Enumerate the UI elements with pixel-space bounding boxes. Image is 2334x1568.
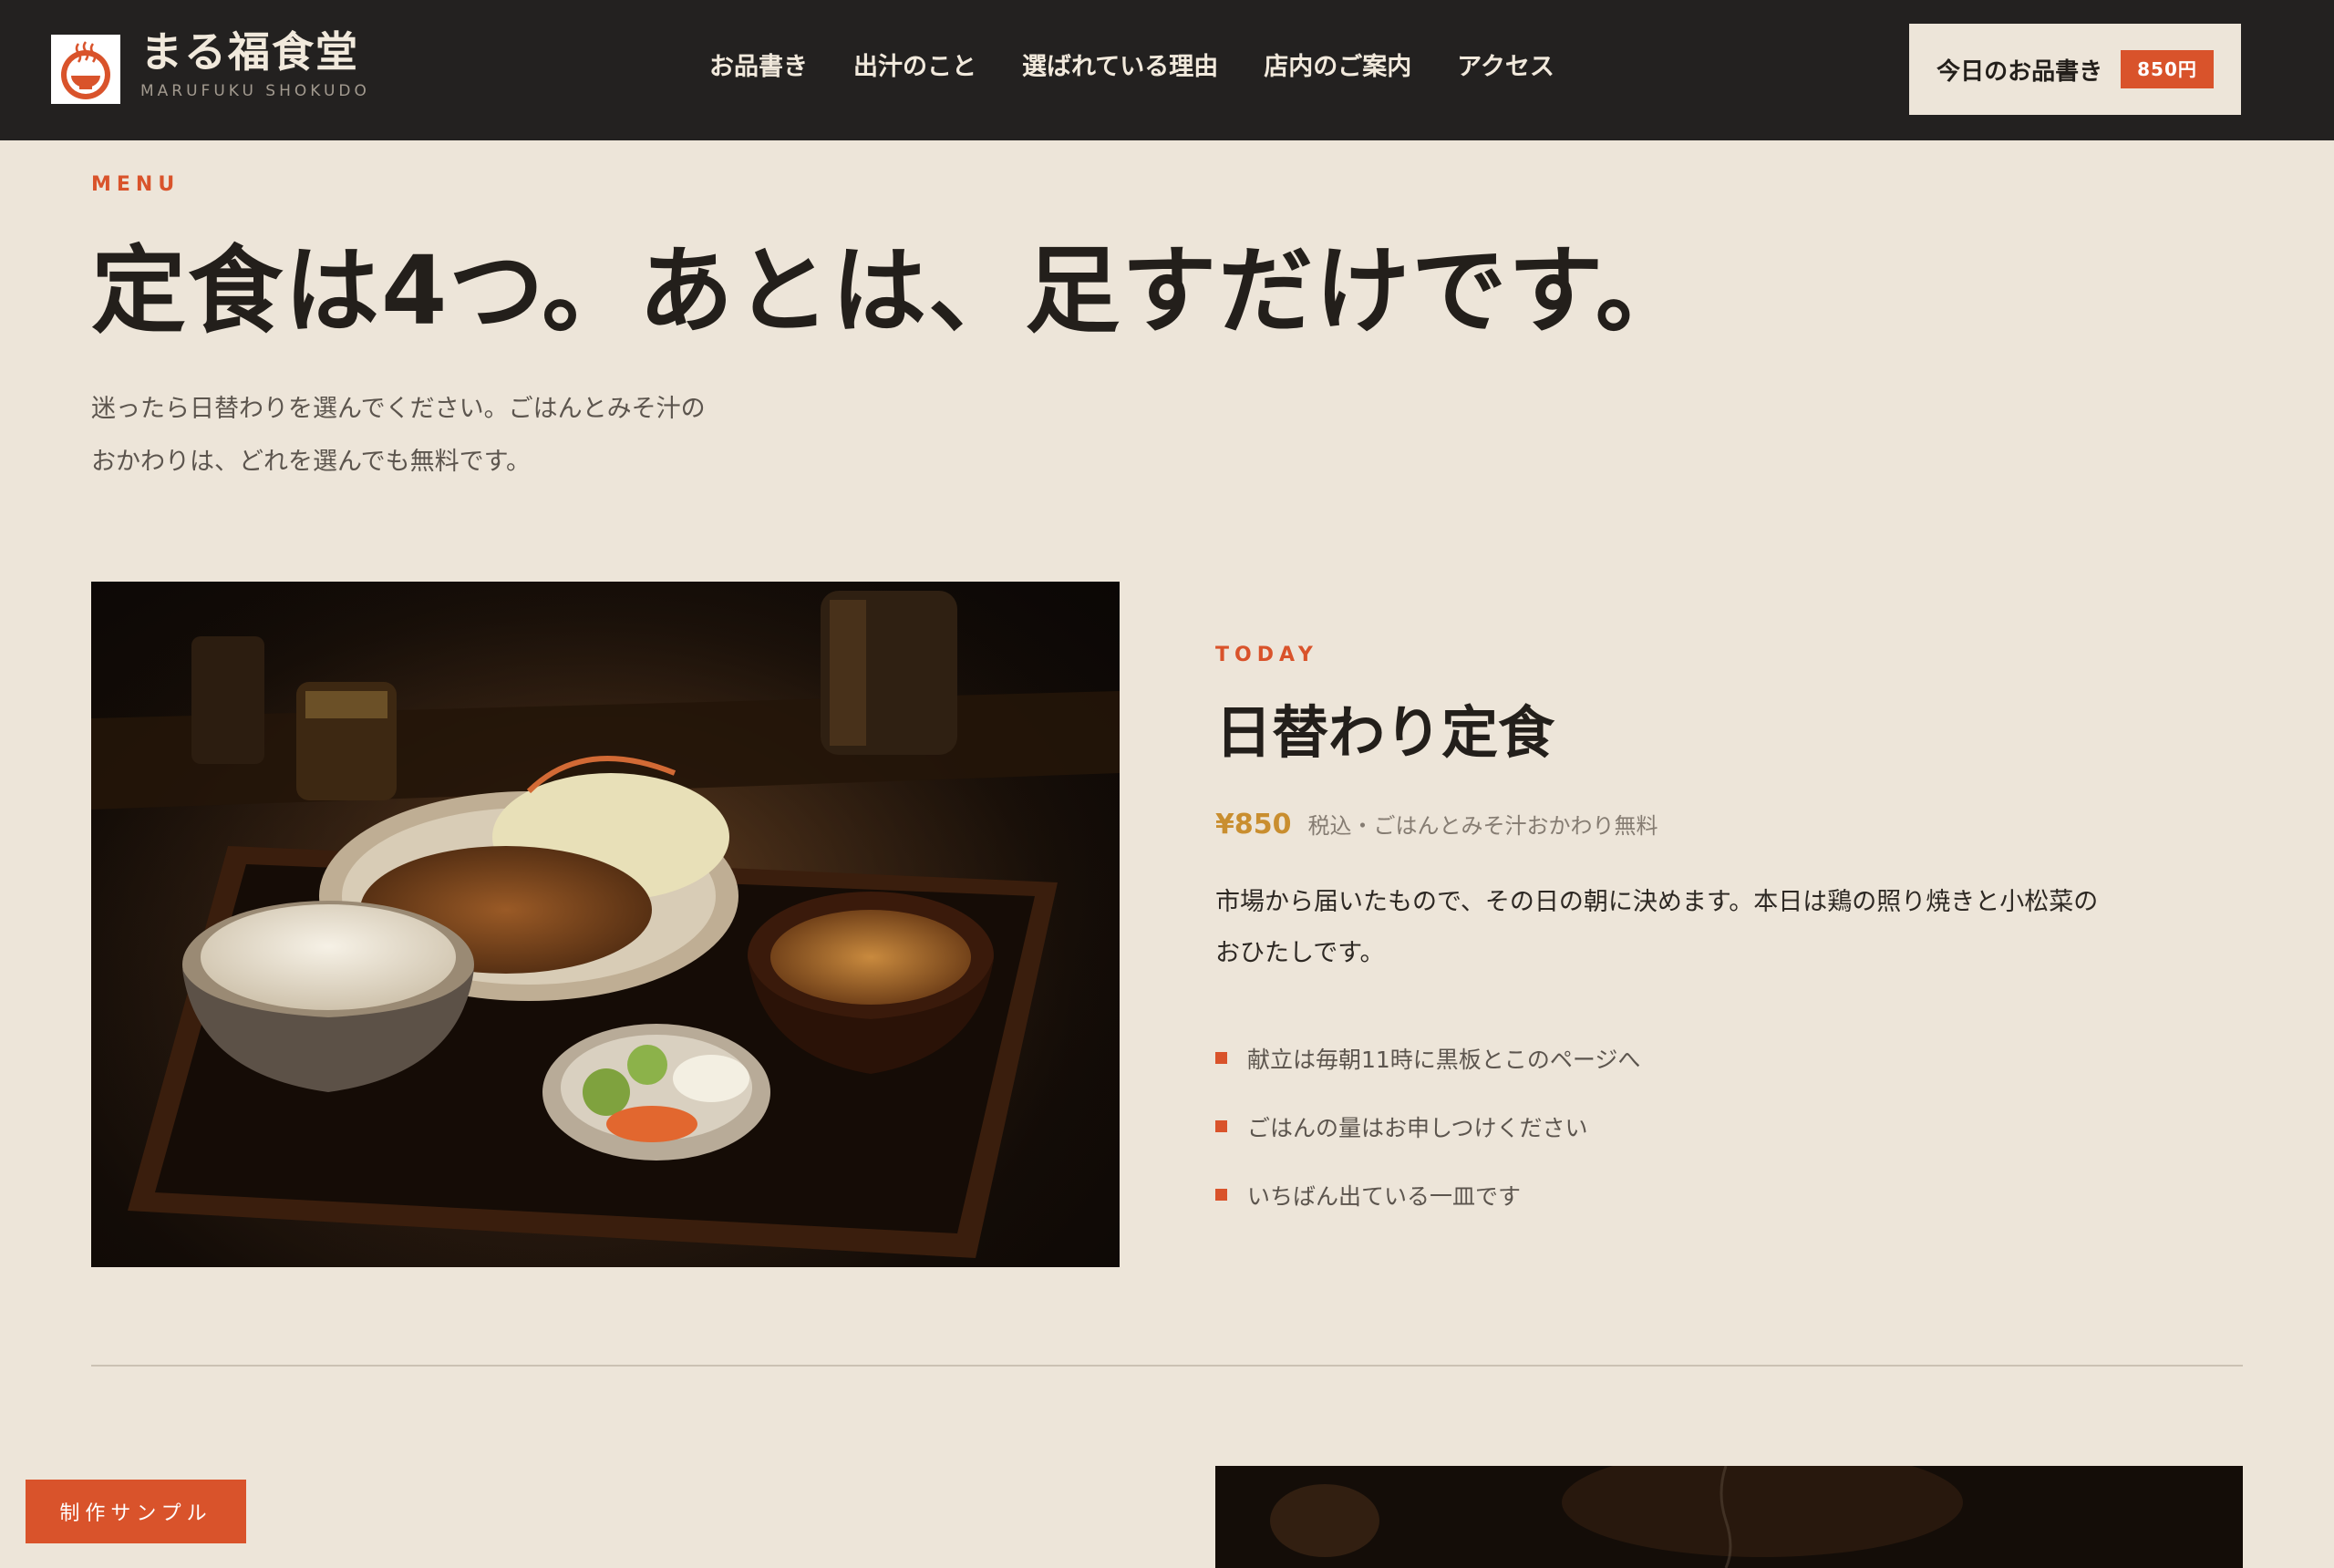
list-item-text: いちばん出ている一皿です: [1247, 1182, 1522, 1210]
featured-points: 献立は毎朝11時に黒板とこのページへ ごはんの量はお申しつけください いちばん出…: [1215, 1024, 1640, 1229]
square-bullet-icon: [1215, 1052, 1227, 1064]
list-item: 献立は毎朝11時に黒板とこのページへ: [1215, 1024, 1640, 1092]
main-nav: お品書き 出汁のこと 選ばれている理由 店内のご案内 アクセス: [709, 55, 1554, 79]
nav-item-dashi[interactable]: 出汁のこと: [853, 55, 976, 79]
nav-item-access[interactable]: アクセス: [1457, 55, 1554, 79]
nav-item-menu[interactable]: お品書き: [709, 55, 808, 79]
square-bullet-icon: [1215, 1189, 1227, 1201]
featured-price: ¥850: [1215, 809, 1292, 841]
featured-dish-photo: [91, 582, 1120, 1267]
steaming-bowl-icon: [61, 41, 110, 99]
price-row: ¥850 税込・ごはんとみそ汁おかわり無料: [1215, 808, 1658, 841]
price-note: 税込・ごはんとみそ汁おかわり無料: [1307, 813, 1658, 839]
intro-lead-line: 迷ったら日替わりを選んでください。ごはんとみそ汁の: [91, 395, 706, 423]
list-item: ごはんの量はお申しつけください: [1215, 1092, 1640, 1161]
square-bullet-icon: [1215, 1120, 1227, 1132]
list-item-text: ごはんの量はお申しつけください: [1247, 1114, 1588, 1141]
nav-item-interior[interactable]: 店内のご案内: [1264, 55, 1411, 79]
list-item: いちばん出ている一皿です: [1215, 1161, 1640, 1229]
featured-description-line: おひたしです。: [1215, 939, 1385, 967]
brand-romaji: MARUFUKU SHOKUDO: [140, 82, 370, 100]
featured-title: 日替わり定食: [1215, 699, 1555, 766]
brand-name[interactable]: まる福食堂: [140, 31, 359, 73]
page: まる福食堂 MARUFUKU SHOKUDO お品書き 出汁のこと 選ばれている…: [0, 0, 2334, 1568]
intro-lead-line: おかわりは、どれを選んでも無料です。: [91, 448, 531, 476]
list-item-text: 献立は毎朝11時に黒板とこのページへ: [1247, 1046, 1641, 1073]
featured-eyebrow: TODAY: [1215, 644, 1318, 666]
nav-item-reasons[interactable]: 選ばれている理由: [1022, 55, 1218, 79]
section-divider: [91, 1365, 2243, 1367]
price-badge: 850円: [2121, 50, 2214, 88]
todays-menu-button[interactable]: 今日のお品書き 850円: [1909, 24, 2241, 115]
page-title: 定食は4つ。あとは、足すだけです。: [91, 235, 1692, 346]
site-header: まる福食堂 MARUFUKU SHOKUDO お品書き 出汁のこと 選ばれている…: [0, 0, 2334, 140]
sample-badge-button[interactable]: 制作サンプル: [26, 1480, 246, 1543]
next-dish-photo: [1215, 1466, 2243, 1568]
logo[interactable]: [51, 35, 120, 104]
todays-menu-label: 今日のお品書き: [1936, 57, 2103, 86]
intro-lead: 迷ったら日替わりを選んでください。ごはんとみそ汁の おかわりは、どれを選んでも無…: [91, 383, 839, 489]
featured-description: 市場から届いたもので、その日の朝に決めます。本日は鶏の照り焼きと小松菜の おひた…: [1215, 877, 2200, 979]
featured-description-line: 市場から届いたもので、その日の朝に決めます。本日は鶏の照り焼きと小松菜の: [1215, 888, 2099, 916]
section-eyebrow: MENU: [91, 173, 181, 196]
